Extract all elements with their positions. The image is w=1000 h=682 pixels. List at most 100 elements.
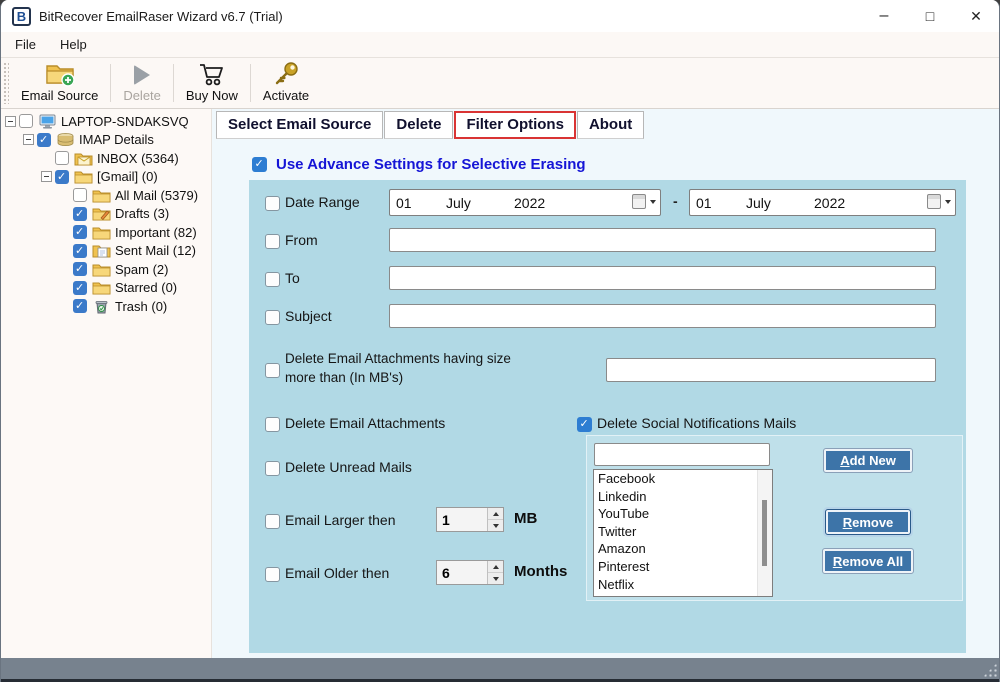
- folder-icon: [92, 188, 111, 203]
- imap-stack-icon: [56, 132, 75, 147]
- tree-item-spam[interactable]: Spam (2): [1, 260, 211, 279]
- list-item[interactable]: Pinterest: [594, 558, 772, 576]
- email-larger-value[interactable]: [437, 508, 487, 531]
- delete-button[interactable]: Delete: [113, 58, 171, 108]
- listbox-scrollbar[interactable]: [757, 470, 772, 596]
- email-source-button[interactable]: Email Source: [11, 58, 108, 108]
- social-new-input[interactable]: [594, 443, 770, 466]
- date-start-month[interactable]: July: [446, 195, 514, 211]
- tree-item-trash[interactable]: Trash (0): [1, 297, 211, 316]
- folder-icon: [92, 225, 111, 240]
- social-listbox[interactable]: Facebook Linkedin YouTube Twitter Amazon…: [593, 469, 773, 597]
- tree-checkbox[interactable]: [73, 225, 87, 239]
- date-picker-end[interactable]: 01 July 2022: [689, 189, 956, 216]
- date-end-year[interactable]: 2022: [814, 195, 904, 211]
- to-checkbox[interactable]: [265, 272, 280, 287]
- date-range-label: Date Range: [285, 194, 360, 210]
- email-larger-stepper[interactable]: [436, 507, 504, 532]
- date-end-month[interactable]: July: [746, 195, 814, 211]
- tree-checkbox[interactable]: [73, 262, 87, 276]
- email-older-stepper[interactable]: [436, 560, 504, 585]
- list-item[interactable]: Netflix: [594, 576, 772, 594]
- calendar-dropdown[interactable]: [927, 194, 951, 209]
- date-start-year[interactable]: 2022: [514, 195, 604, 211]
- stepper-up-icon[interactable]: [488, 508, 503, 520]
- from-input[interactable]: [389, 228, 936, 252]
- email-older-value[interactable]: [437, 561, 487, 584]
- scrollbar-thumb[interactable]: [762, 500, 767, 566]
- social-notifications-checkbox[interactable]: [577, 417, 592, 432]
- collapse-icon[interactable]: [5, 116, 19, 127]
- tree-item-laptop[interactable]: LAPTOP-SNDAKSVQ: [1, 112, 211, 131]
- tree-item-inbox[interactable]: INBOX (5364): [1, 149, 211, 168]
- tree-item-drafts[interactable]: Drafts (3): [1, 205, 211, 224]
- tree-item-starred[interactable]: Starred (0): [1, 279, 211, 298]
- tab-select-email-source[interactable]: Select Email Source: [216, 111, 383, 139]
- date-start-day[interactable]: 01: [390, 195, 446, 211]
- subject-input[interactable]: [389, 304, 936, 328]
- stepper-up-icon[interactable]: [488, 561, 503, 573]
- menu-file[interactable]: File: [5, 34, 46, 55]
- tree-item-imap-details[interactable]: IMAP Details: [1, 131, 211, 150]
- date-range-checkbox[interactable]: [265, 196, 280, 211]
- email-larger-checkbox[interactable]: [265, 514, 280, 529]
- advance-settings-checkbox[interactable]: [252, 157, 267, 172]
- activate-button[interactable]: Activate: [253, 58, 319, 108]
- stepper-down-icon[interactable]: [488, 520, 503, 531]
- collapse-icon[interactable]: [41, 171, 55, 182]
- tab-filter-options[interactable]: Filter Options: [454, 111, 576, 139]
- stepper-down-icon[interactable]: [488, 573, 503, 584]
- tree-item-important[interactable]: Important (82): [1, 223, 211, 242]
- menu-help[interactable]: Help: [50, 34, 97, 55]
- tab-about[interactable]: About: [577, 111, 644, 139]
- status-bar: [1, 658, 999, 679]
- delete-attachments-checkbox[interactable]: [265, 417, 280, 432]
- attachment-size-checkbox[interactable]: [265, 363, 280, 378]
- tab-delete[interactable]: Delete: [384, 111, 453, 139]
- add-new-button[interactable]: Add New: [824, 449, 912, 472]
- from-checkbox[interactable]: [265, 234, 280, 249]
- tree-checkbox[interactable]: [73, 207, 87, 221]
- tree-checkbox[interactable]: [55, 170, 69, 184]
- folder-icon: [74, 169, 93, 184]
- tree-checkbox[interactable]: [55, 151, 69, 165]
- toolbar: Email Source Delete Buy Now Activate: [1, 57, 999, 109]
- list-item[interactable]: Linkedin: [594, 488, 772, 506]
- list-item[interactable]: YouTube: [594, 505, 772, 523]
- email-older-label: Email Older then: [285, 565, 389, 581]
- tree-item-sent-mail[interactable]: Sent Mail (12): [1, 242, 211, 261]
- list-item[interactable]: Amazon: [594, 540, 772, 558]
- maximize-icon[interactable]: □: [907, 0, 953, 32]
- tree-checkbox[interactable]: [19, 114, 33, 128]
- remove-button[interactable]: Remove: [826, 510, 910, 534]
- minimize-icon[interactable]: –: [861, 0, 907, 32]
- tree-checkbox[interactable]: [73, 244, 87, 258]
- calendar-dropdown[interactable]: [632, 194, 656, 209]
- to-input[interactable]: [389, 266, 936, 290]
- collapse-icon[interactable]: [23, 134, 37, 145]
- date-end-day[interactable]: 01: [690, 195, 746, 211]
- list-item[interactable]: Twitter: [594, 523, 772, 541]
- window-controls: – □ ✕: [861, 0, 999, 32]
- email-older-checkbox[interactable]: [265, 567, 280, 582]
- resize-grip[interactable]: [983, 663, 997, 677]
- close-icon[interactable]: ✕: [953, 0, 999, 32]
- attachment-size-input[interactable]: [606, 358, 936, 382]
- calendar-icon: [632, 194, 646, 209]
- tree-checkbox[interactable]: [37, 133, 51, 147]
- subject-checkbox[interactable]: [265, 310, 280, 325]
- tree-checkbox[interactable]: [73, 281, 87, 295]
- tab-strip: Select Email Source Delete Filter Option…: [216, 111, 645, 139]
- folder-tree: LAPTOP-SNDAKSVQ IMAP Details INBOX (5364…: [1, 109, 212, 658]
- tree-checkbox[interactable]: [73, 188, 87, 202]
- tree-checkbox[interactable]: [73, 299, 87, 313]
- email-source-label: Email Source: [21, 88, 98, 103]
- tree-item-all-mail[interactable]: All Mail (5379): [1, 186, 211, 205]
- date-picker-start[interactable]: 01 July 2022: [389, 189, 661, 216]
- remove-all-button[interactable]: Remove All: [823, 549, 913, 573]
- toolbar-grip-handle[interactable]: [3, 62, 9, 104]
- list-item[interactable]: Facebook: [594, 470, 772, 488]
- tree-item-gmail[interactable]: [Gmail] (0): [1, 168, 211, 187]
- delete-unread-checkbox[interactable]: [265, 461, 280, 476]
- buy-now-button[interactable]: Buy Now: [176, 58, 248, 108]
